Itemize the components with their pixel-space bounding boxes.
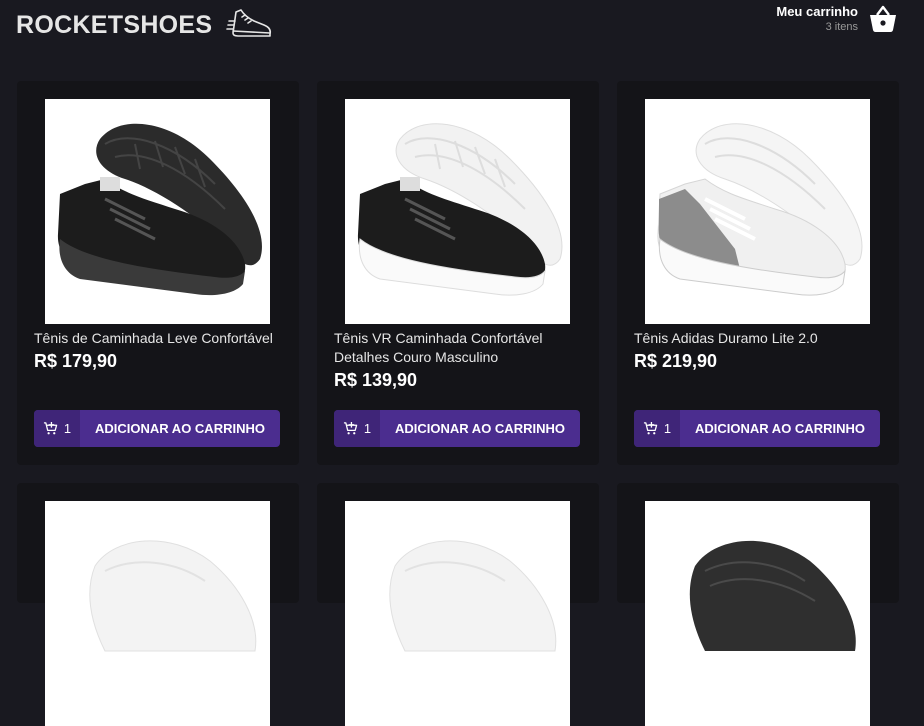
- quantity-value: 1: [63, 421, 72, 436]
- black-white-shoe-icon: [357, 123, 563, 296]
- white-shoe-icon: [89, 540, 257, 652]
- add-to-cart-label: ADICIONAR AO CARRINHO: [95, 421, 265, 436]
- product-card: Tênis VR Caminhada Confortável Detalhes …: [317, 81, 599, 465]
- sneaker-icon: [226, 9, 272, 37]
- add-to-cart-label: ADICIONAR AO CARRINHO: [395, 421, 565, 436]
- add-cart-icon: [643, 421, 658, 435]
- cart-quantity: 1: [334, 410, 380, 447]
- add-cart-icon: [43, 421, 58, 435]
- product-card: Tênis Adidas Duramo Lite 2.0 R$ 219,90 1…: [617, 81, 899, 465]
- cart-title: Meu carrinho: [776, 4, 858, 19]
- header: ROCKETSHOES Meu carrinho 3 itens: [0, 0, 924, 50]
- cart-summary: Meu carrinho 3 itens: [776, 4, 858, 34]
- quantity-value: 1: [363, 421, 372, 436]
- cart-count: 3 itens: [825, 21, 858, 33]
- product-card: [317, 483, 599, 726]
- product-title: Tênis Adidas Duramo Lite 2.0: [634, 330, 818, 346]
- logo-text: ROCKETSHOES: [16, 10, 213, 39]
- product-image[interactable]: [345, 501, 570, 726]
- add-cart-icon: [343, 421, 358, 435]
- product-price: R$ 219,90: [634, 351, 718, 371]
- product-title: Tênis de Caminhada Leve Confortável: [34, 330, 273, 346]
- basket-icon: [870, 5, 896, 32]
- quantity-value: 1: [663, 421, 672, 436]
- product-image[interactable]: [645, 501, 870, 726]
- product-image[interactable]: [645, 99, 870, 324]
- product-price: R$ 179,90: [34, 351, 118, 371]
- black-shoe-icon: [57, 123, 262, 296]
- add-to-cart-button[interactable]: 1 ADICIONAR AO CARRINHO: [34, 410, 280, 447]
- product-image[interactable]: [45, 501, 270, 726]
- product-card: [17, 483, 299, 726]
- cart-quantity: 1: [634, 410, 680, 447]
- black-shoe-icon: [689, 540, 856, 651]
- add-to-cart-button[interactable]: 1 ADICIONAR AO CARRINHO: [634, 410, 880, 447]
- white-shoe-icon: [389, 540, 557, 652]
- product-card: [617, 483, 899, 726]
- cart-link[interactable]: Meu carrinho 3 itens: [776, 4, 898, 34]
- add-to-cart-label: ADICIONAR AO CARRINHO: [695, 421, 865, 436]
- white-shoe-icon: [657, 123, 863, 296]
- add-to-cart-button[interactable]: 1 ADICIONAR AO CARRINHO: [334, 410, 580, 447]
- product-card: Tênis de Caminhada Leve Confortável R$ 1…: [17, 81, 299, 465]
- product-title: Tênis VR Caminhada Confortável Detalhes …: [334, 330, 543, 365]
- logo[interactable]: ROCKETSHOES: [16, 8, 272, 42]
- product-image[interactable]: [345, 99, 570, 324]
- cart-quantity: 1: [34, 410, 80, 447]
- product-price: R$ 139,90: [334, 370, 418, 390]
- product-image[interactable]: [45, 99, 270, 324]
